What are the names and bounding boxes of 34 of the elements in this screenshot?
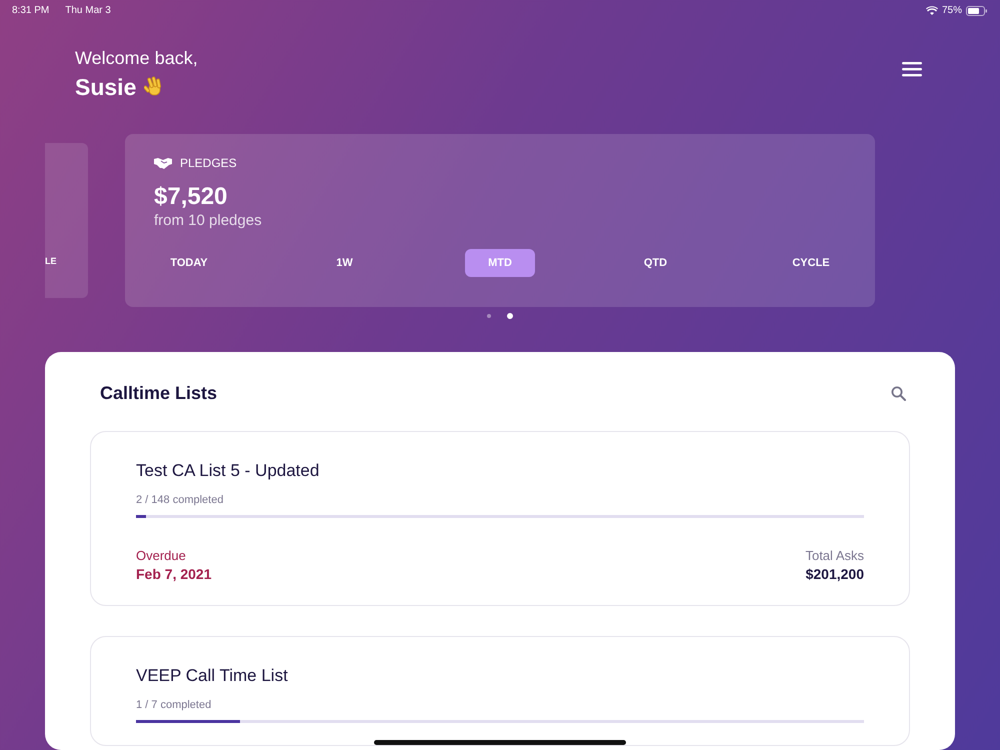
- pledge-count: from 10 pledges: [154, 211, 263, 232]
- progress-text: 1 / 7 completed: [136, 699, 212, 712]
- wifi-icon: [926, 6, 938, 15]
- menu-button[interactable]: [902, 62, 922, 77]
- previous-pledge-card[interactable]: LE: [45, 143, 88, 298]
- card-label: LE: [45, 255, 58, 268]
- page-indicator-dot[interactable]: [507, 313, 513, 320]
- progress-text: 2 / 148 completed: [136, 494, 224, 508]
- menu-icon: [902, 62, 922, 77]
- page-indicator-dot[interactable]: [487, 314, 491, 318]
- status-time: 8:31 PM: [12, 4, 50, 18]
- handshake-icon: [154, 157, 172, 170]
- panel-title: Calltime Lists: [100, 382, 218, 405]
- search-button[interactable]: [891, 386, 906, 401]
- status-date: Thu Mar 3: [65, 4, 111, 18]
- list-name: VEEP Call Time List: [136, 665, 289, 688]
- total-label: Total Asks: [805, 548, 864, 565]
- due-date: Feb 7, 2021: [136, 564, 212, 584]
- battery-icon: [966, 6, 988, 16]
- greeting-text: Welcome back,: [75, 48, 198, 70]
- search-icon: [891, 386, 906, 401]
- period-tab[interactable]: TODAY: [154, 248, 224, 278]
- card-title: PLEDGES: [180, 155, 237, 172]
- period-tab[interactable]: QTD: [620, 248, 690, 278]
- calltime-list-card[interactable]: VEEP Call Time List 1 / 7 completed: [90, 636, 910, 746]
- user-name: Susie: [75, 72, 136, 102]
- pledge-amount: $7,520: [154, 184, 228, 210]
- calltime-list-card[interactable]: Test CA List 5 - Updated 2 / 148 completed Overdue Feb 7, 2021 Total Asks $201,200: [90, 431, 910, 606]
- total-amount: $201,200: [805, 564, 864, 584]
- due-label: Overdue: [136, 548, 187, 565]
- battery-percent: 75%: [942, 4, 962, 18]
- period-tab[interactable]: 1W: [310, 248, 380, 278]
- period-tab[interactable]: CYCLE: [776, 248, 846, 278]
- list-name: Test CA List 5 - Updated: [136, 460, 320, 482]
